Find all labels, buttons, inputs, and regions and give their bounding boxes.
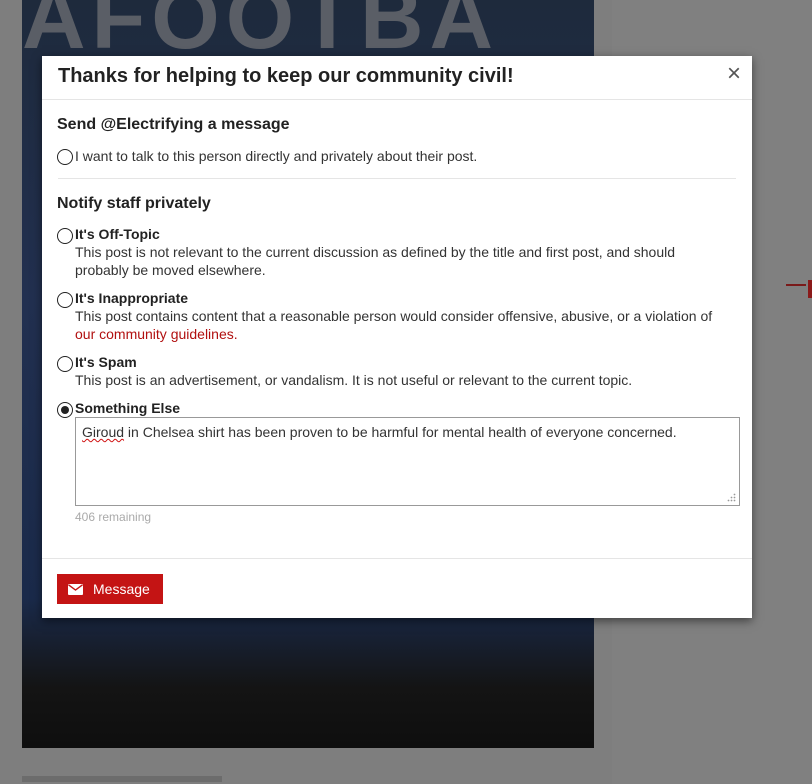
off-topic-description: This post is not relevant to the current…	[75, 243, 745, 279]
modal-footer-divider	[42, 558, 752, 559]
resize-grip-icon[interactable]	[727, 493, 736, 502]
inappropriate-description: This post contains content that a reason…	[75, 307, 745, 343]
off-topic-label: It's Off-Topic	[75, 226, 160, 242]
message-option-text: I want to talk to this person directly a…	[75, 148, 478, 164]
message-radio[interactable]	[57, 149, 73, 165]
community-guidelines-link[interactable]: our community guidelines	[75, 326, 234, 342]
close-icon[interactable]: ×	[724, 62, 744, 86]
inappropriate-radio[interactable]	[57, 292, 73, 308]
background-banner-text: AFOOTBA	[22, 0, 500, 58]
modal-header: Thanks for helping to keep our community…	[42, 56, 752, 100]
background-timeline-marks	[780, 230, 812, 360]
custom-message-textarea[interactable]: Giroud in Chelsea shirt has been proven …	[75, 417, 740, 506]
spam-radio[interactable]	[57, 356, 73, 372]
inappropriate-label: It's Inappropriate	[75, 290, 189, 306]
off-topic-description-line1: This post is not relevant to the current…	[75, 244, 676, 260]
flag-modal: Thanks for helping to keep our community…	[42, 56, 752, 618]
background-footer-text	[22, 776, 222, 782]
textarea-text: in Chelsea shirt has been proven to be h…	[124, 424, 677, 440]
section-divider	[58, 178, 736, 179]
something-else-radio[interactable]	[57, 402, 73, 418]
message-button-label: Message	[93, 581, 150, 597]
characters-remaining: 406 remaining	[75, 510, 152, 524]
message-section-title: Send @Electrifying a message	[57, 116, 290, 133]
spam-description: This post is an advertisement, or vandal…	[75, 372, 633, 388]
inappropriate-description-line1: This post contains content that a reason…	[75, 308, 713, 324]
guidelines-link-suffix: .	[233, 326, 238, 342]
off-topic-description-line2: probably be moved elsewhere.	[75, 262, 266, 278]
off-topic-radio[interactable]	[57, 228, 73, 244]
envelope-icon	[68, 583, 83, 595]
something-else-label: Something Else	[75, 400, 181, 416]
staff-section-title: Notify staff privately	[57, 195, 211, 212]
modal-title: Thanks for helping to keep our community…	[58, 65, 514, 87]
misspelled-word: Giroud	[82, 424, 125, 440]
message-button[interactable]: Message	[57, 574, 163, 604]
spam-label: It's Spam	[75, 354, 137, 370]
